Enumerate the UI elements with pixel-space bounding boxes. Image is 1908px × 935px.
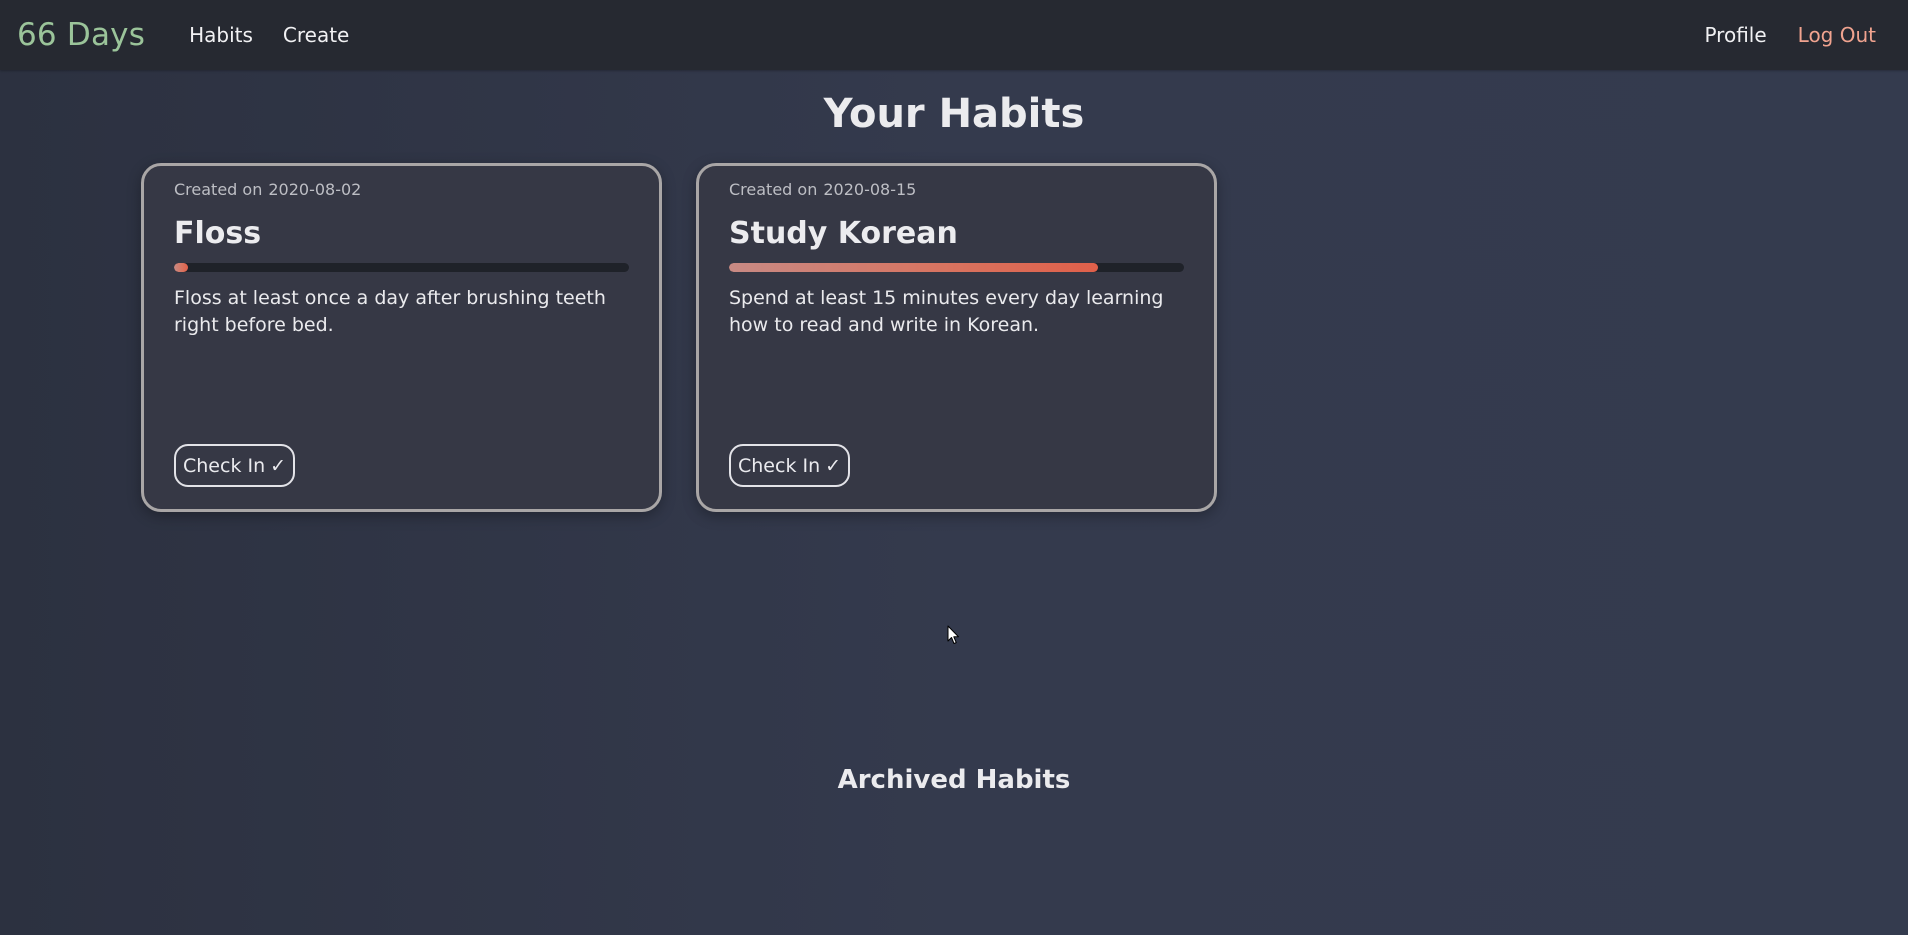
check-in-label: Check In [183, 454, 266, 477]
created-date: Created on 2020-08-15 [729, 180, 1184, 199]
habit-card: Created on 2020-08-02 Floss Floss at lea… [141, 163, 662, 512]
progress-bar [729, 263, 1184, 272]
check-mark-icon: ✓ [270, 454, 287, 477]
created-prefix: Created on [729, 180, 818, 199]
habit-name: Study Korean [729, 216, 958, 251]
logout-link[interactable]: Log Out [1798, 23, 1876, 47]
top-navbar: 66 Days Habits Create Profile Log Out [0, 0, 1908, 70]
check-mark-icon: ✓ [825, 454, 842, 477]
habit-description: Floss at least once a day after brushing… [174, 287, 606, 336]
check-in-button[interactable]: Check In ✓ [174, 444, 296, 487]
page-title: Your Habits [823, 91, 1085, 137]
nav-link-create[interactable]: Create [283, 23, 349, 47]
nav-link-profile[interactable]: Profile [1704, 23, 1766, 47]
habit-description: Spend at least 15 minutes every day lear… [729, 287, 1164, 336]
check-in-label: Check In [738, 454, 821, 477]
archived-habits-heading: Archived Habits [837, 765, 1071, 795]
check-in-button[interactable]: Check In ✓ [729, 444, 851, 487]
nav-right: Profile Log Out [1704, 23, 1876, 47]
habit-cards: Created on 2020-08-02 Floss Floss at lea… [141, 163, 1217, 512]
created-prefix: Created on [174, 180, 263, 199]
created-date: Created on 2020-08-02 [174, 180, 629, 199]
habit-card: Created on 2020-08-15 Study Korean Spend… [696, 163, 1217, 512]
created-date-value: 2020-08-15 [823, 180, 917, 199]
progress-bar [174, 263, 629, 272]
nav-link-habits[interactable]: Habits [189, 23, 253, 47]
habit-name: Floss [174, 216, 262, 251]
mouse-pointer-icon [947, 625, 959, 644]
progress-fill [729, 263, 1098, 272]
created-date-value: 2020-08-02 [268, 180, 362, 199]
progress-fill [174, 263, 188, 272]
nav-links: Habits Create [189, 23, 349, 47]
brand-logo[interactable]: 66 Days [17, 17, 145, 53]
